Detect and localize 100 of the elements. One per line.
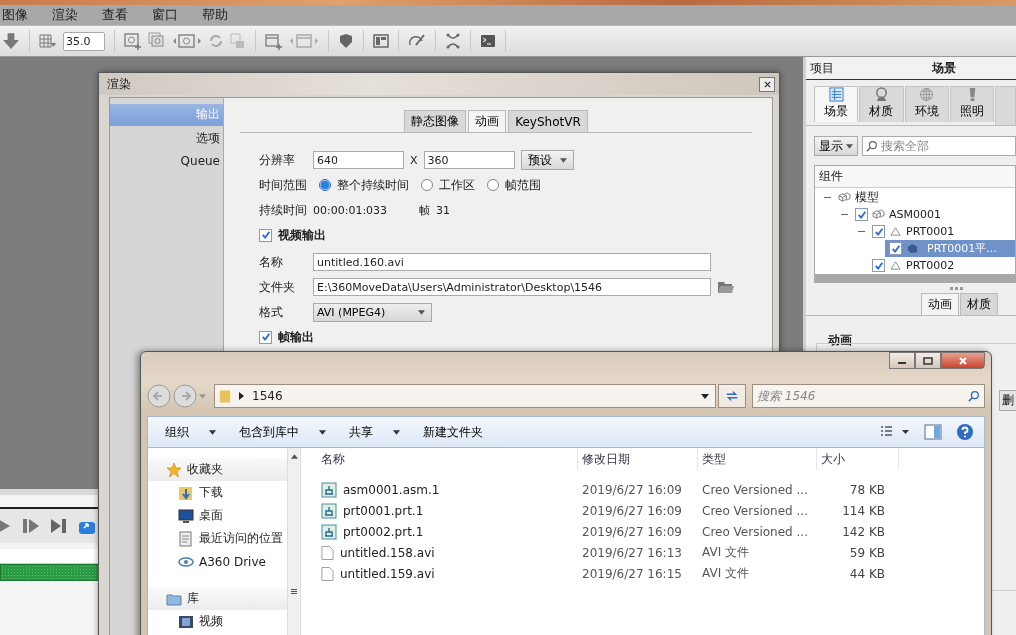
tree-label: 模型 (855, 189, 879, 206)
checkbox-label[interactable]: 视频输出 (278, 226, 326, 244)
tree-row[interactable]: PRT0001 (815, 223, 1015, 240)
zoom-field[interactable]: 35.0 (63, 31, 105, 51)
type-cell-text: Creo Versioned ... (701, 503, 809, 518)
nav-item[interactable]: A360 Drive (148, 550, 287, 573)
tree-label: ASM0001 (889, 208, 941, 221)
radio-button[interactable] (421, 179, 433, 191)
nav-item[interactable]: 视频 (148, 610, 287, 633)
checkbox[interactable] (259, 330, 272, 344)
panel-tab[interactable]: 环境 (904, 86, 949, 122)
radio-label[interactable]: 工作区 (439, 176, 475, 194)
preset-dropdown[interactable]: 预设 (520, 150, 574, 170)
command-button[interactable]: 新建文件夹 (416, 423, 524, 441)
height-field[interactable]: 360 (423, 151, 515, 169)
nav-item[interactable]: 下载 (148, 481, 287, 504)
file-name[interactable]: prt0001.prt.1 (343, 503, 424, 518)
nav-item[interactable]: 选项 (110, 128, 223, 150)
command-button[interactable]: 共享 (342, 423, 414, 441)
scrollbar[interactable] (287, 448, 300, 635)
menu-item[interactable]: 查看 (100, 6, 138, 24)
nav-item[interactable]: 最近访问的位置 (148, 527, 287, 550)
file-name[interactable]: asm0001.asm.1 (343, 482, 440, 497)
checkbox[interactable] (259, 228, 272, 242)
column-header[interactable]: 修改日期 (578, 448, 698, 470)
nav-item[interactable]: Queue (110, 152, 223, 171)
command-button[interactable]: 组织 (158, 423, 230, 441)
down-arrow-icon[interactable] (2, 32, 20, 50)
tree-row[interactable]: PRT0002 (815, 257, 1015, 274)
format-dropdown[interactable]: AVI (MPEG4) (313, 302, 432, 322)
skip-end-icon[interactable] (50, 517, 68, 535)
column-header[interactable]: 组件 (815, 166, 1015, 188)
refresh-button[interactable] (718, 384, 746, 408)
field-label: 格式 (259, 303, 284, 321)
tab[interactable]: 动画 (468, 110, 507, 132)
terminal-icon[interactable] (480, 33, 496, 49)
nav-item[interactable]: 库 (148, 587, 287, 610)
refresh-icon[interactable] (208, 33, 224, 49)
menu-item[interactable]: 帮助 (200, 6, 238, 24)
cameras-icon[interactable] (148, 32, 166, 50)
radio-label[interactable]: 帧范围 (505, 176, 541, 194)
camera-switch-icon[interactable] (172, 32, 202, 50)
nav-item[interactable]: 收藏夹 (148, 458, 287, 481)
view-options-icon[interactable] (880, 425, 910, 439)
frame-add-icon[interactable] (265, 32, 283, 50)
checkbox[interactable] (889, 242, 902, 255)
address-path[interactable]: 1546 (252, 389, 693, 403)
checkbox[interactable] (872, 259, 885, 272)
checkbox[interactable] (872, 225, 885, 238)
file-name[interactable]: prt0002.prt.1 (343, 524, 424, 539)
nav-item[interactable]: 桌面 (148, 504, 287, 527)
column-header[interactable]: 类型 (698, 448, 817, 470)
tab[interactable]: 静态图像 (404, 110, 467, 132)
radio-label[interactable]: 整个持续时间 (337, 176, 409, 194)
name-field[interactable]: untitled.160.avi (313, 253, 711, 271)
delete-button[interactable]: 删 (999, 390, 1016, 411)
close-button[interactable] (759, 76, 775, 92)
tab[interactable]: KeyShotVR (508, 110, 588, 132)
forward-button-icon[interactable] (173, 384, 197, 408)
file-name[interactable]: untitled.158.avi (340, 545, 435, 560)
file-name[interactable]: untitled.159.avi (340, 566, 435, 581)
shield-icon[interactable] (338, 33, 354, 49)
tree-row[interactable]: ASM0001 (815, 206, 1015, 223)
field-label: 帧 (419, 202, 431, 218)
panel-tab[interactable]: 材质 (859, 86, 904, 122)
maximize-button[interactable] (915, 352, 941, 369)
menu-item[interactable]: 窗口 (150, 6, 188, 24)
back-button-icon[interactable] (147, 384, 171, 408)
tab[interactable]: 动画 (921, 293, 959, 315)
panel-tab[interactable]: 场景 (814, 86, 859, 122)
column-header[interactable]: 名称 (317, 448, 578, 470)
caret-icon[interactable] (199, 393, 206, 399)
show-dropdown[interactable]: 显示 (814, 136, 858, 156)
step-forward-icon[interactable] (22, 517, 40, 535)
grid-icon[interactable] (39, 33, 57, 49)
radio-button[interactable] (487, 179, 499, 191)
checkbox-label[interactable]: 帧输出 (278, 328, 314, 346)
type-cell-text: Creo Versioned ... (701, 524, 809, 539)
column-header[interactable]: 大小 (817, 448, 899, 470)
address-bar[interactable]: 1546 (214, 384, 716, 408)
tab[interactable]: 材质 (960, 293, 998, 315)
command-button[interactable]: 包含到库中 (232, 423, 340, 441)
layout-icon[interactable] (373, 33, 389, 49)
width-field[interactable]: 640 (313, 151, 404, 169)
search-field[interactable]: 搜索全部 (862, 136, 1016, 156)
frame-switch-icon[interactable] (289, 32, 319, 50)
menu-item[interactable]: 渲染 (50, 6, 88, 24)
search-icon (968, 390, 980, 402)
menu-item[interactable]: 图像 (0, 6, 38, 24)
file-type-icon (321, 523, 337, 540)
folder-icon[interactable] (717, 280, 735, 294)
radio-button[interactable] (319, 179, 331, 191)
checkbox[interactable] (855, 208, 868, 221)
panel-tab[interactable]: 照明 (949, 86, 995, 122)
folder-field[interactable]: E:\360MoveData\Users\Administrator\Desktop\1546 (313, 278, 711, 296)
horizontal-scrollbar[interactable] (815, 274, 1015, 282)
camera-add-icon[interactable] (124, 32, 142, 50)
minimize-button[interactable] (889, 352, 915, 369)
preview-pane-icon[interactable] (924, 424, 942, 440)
help-icon[interactable] (956, 423, 974, 441)
